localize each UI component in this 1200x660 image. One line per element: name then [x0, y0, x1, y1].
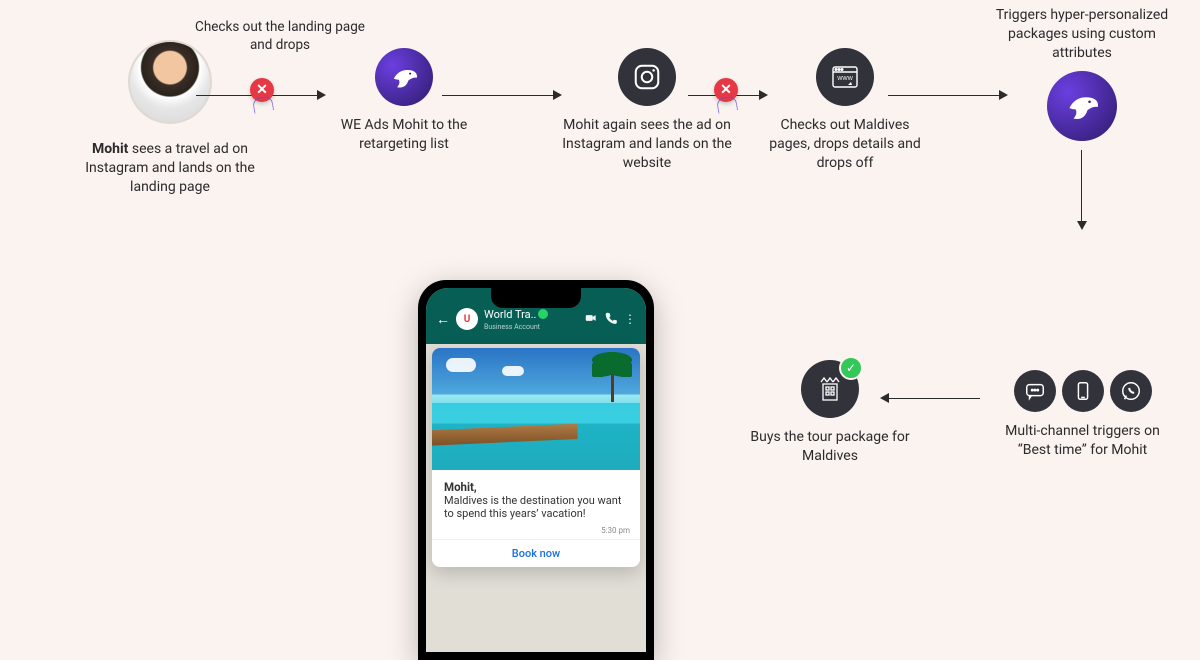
step-7: ✓ Buys the tour package for Maldives — [740, 360, 920, 466]
step-5: Triggers hyper-personalized packages usi… — [982, 6, 1182, 141]
video-call-icon[interactable] — [584, 311, 598, 328]
channel-icons — [990, 370, 1175, 412]
menu-icon[interactable]: ⋮ — [624, 312, 636, 326]
back-icon[interactable]: ← — [436, 311, 450, 328]
book-now-button[interactable]: Book now — [432, 539, 640, 567]
whatsapp-message-card: Mohit, Maldives is the destination you w… — [432, 348, 640, 567]
contact-avatar: U — [456, 308, 478, 330]
step-3: Mohit again sees the ad on Instagram and… — [552, 48, 742, 173]
step-1: Mohit sees a travel ad on Instagram and … — [70, 40, 270, 197]
message-text: Mohit, Maldives is the destination you w… — [432, 470, 640, 526]
whatsapp-phone-mockup: ← U World Tra.. Business Account ⋮ — [418, 280, 654, 660]
step-6-caption: Multi-channel triggers on “Best time” fo… — [990, 422, 1175, 460]
arrow-5-down — [1081, 150, 1083, 230]
browser-icon: WWW — [816, 48, 874, 106]
bird-icon — [375, 48, 433, 106]
step-4-caption: Checks out Maldives pages, drops details… — [760, 116, 930, 173]
whatsapp-icon — [1110, 370, 1152, 412]
step-2-caption: WE Ads Mohit to the retargeting list — [314, 116, 494, 154]
message-time: 5:30 pm — [432, 526, 640, 539]
step-2: WE Ads Mohit to the retargeting list — [314, 48, 494, 154]
contact-title: World Tra.. Business Account — [484, 308, 548, 331]
user-name: Mohit — [92, 141, 128, 157]
step-4: WWW Checks out Maldives pages, drops det… — [760, 48, 930, 173]
step-5-caption: Triggers hyper-personalized packages usi… — [982, 6, 1182, 63]
voice-call-icon[interactable] — [604, 311, 618, 328]
mobile-icon — [1062, 370, 1104, 412]
instagram-icon — [618, 48, 676, 106]
success-check-icon: ✓ — [839, 356, 863, 380]
phone-notch — [491, 288, 581, 308]
bird-icon-large — [1047, 71, 1117, 141]
verified-icon — [538, 309, 548, 319]
svg-text:WWW: WWW — [837, 76, 853, 82]
step-7-caption: Buys the tour package for Maldives — [740, 428, 920, 466]
chat-icon — [1014, 370, 1056, 412]
message-hero-image — [432, 348, 640, 470]
arrow-2-to-3 — [442, 90, 562, 100]
step-6: Multi-channel triggers on “Best time” fo… — [990, 370, 1175, 460]
step-1-caption: Mohit sees a travel ad on Instagram and … — [75, 140, 265, 197]
drop-off-badge-2: ✕ — [714, 78, 738, 102]
step-3-caption: Mohit again sees the ad on Instagram and… — [552, 116, 742, 173]
drop-off-badge-1: ✕ — [250, 78, 274, 102]
